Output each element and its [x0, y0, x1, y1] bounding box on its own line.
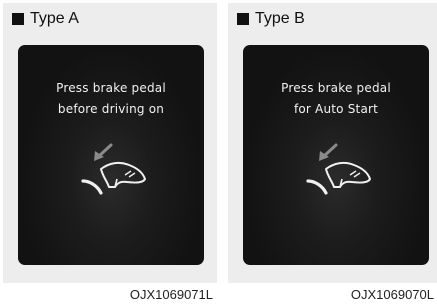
brake-pedal-press-icon	[306, 143, 371, 195]
type-b-panel: Type B Press brake pedal for Auto Start	[228, 3, 437, 283]
figure-code-a: OJX1069071L	[129, 287, 213, 302]
cluster-display-a: Press brake pedal before driving on	[18, 45, 204, 265]
message-line-1: Press brake pedal	[56, 81, 166, 95]
type-b-heading: Type B	[237, 10, 305, 28]
type-a-label: Type A	[30, 10, 79, 27]
figure-code-b: OJX1069070L	[350, 287, 434, 302]
type-a-panel: Type A Press brake pedal before driving …	[3, 3, 217, 283]
bullet-square-icon	[237, 13, 249, 25]
message-line-1: Press brake pedal	[281, 81, 391, 95]
message-line-2: before driving on	[57, 102, 165, 116]
type-a-heading: Type A	[12, 10, 79, 28]
cluster-display-b: Press brake pedal for Auto Start	[243, 45, 429, 265]
brake-pedal-press-icon	[81, 143, 146, 195]
bullet-square-icon	[12, 13, 24, 25]
type-b-label: Type B	[255, 10, 305, 27]
message-line-2: for Auto Start	[293, 102, 379, 116]
